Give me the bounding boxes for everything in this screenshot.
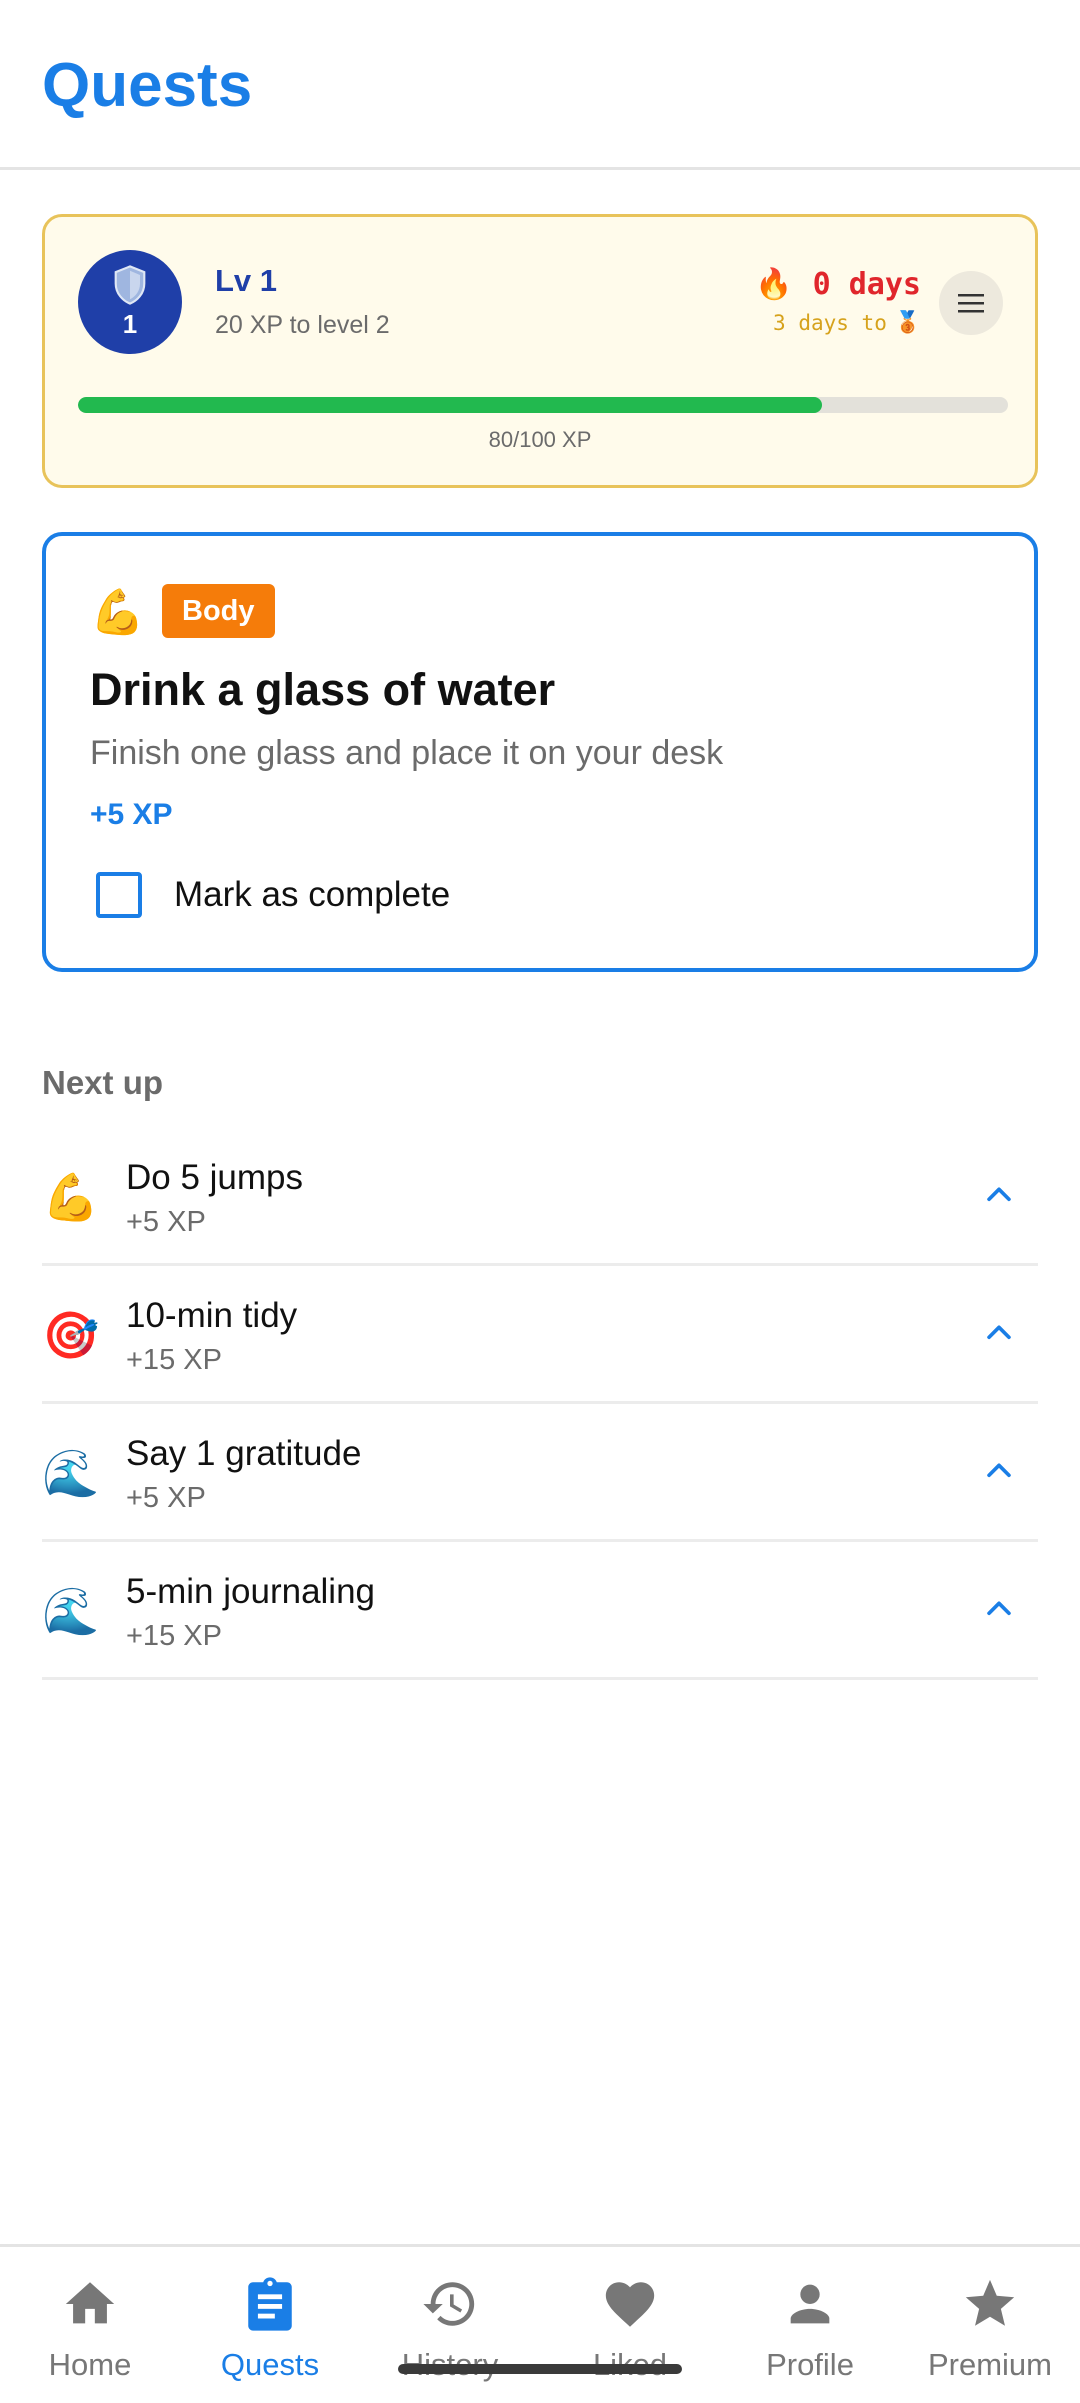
streak-goal: 3 days to xyxy=(773,310,887,335)
home-icon xyxy=(65,2282,115,2324)
menu-icon xyxy=(958,294,984,313)
mark-complete-label: Mark as complete xyxy=(174,875,451,914)
chevron-up-icon[interactable] xyxy=(982,1592,1016,1626)
list-item-xp: +5 XP xyxy=(126,1206,206,1238)
streak-days: 0 days xyxy=(812,267,921,302)
xp-to-next-level: 20 XP to level 2 xyxy=(215,311,390,339)
clipboard-icon xyxy=(248,2277,292,2331)
quest-xp: +5 XP xyxy=(90,798,173,831)
page-title: Quests xyxy=(42,51,253,120)
xp-progress-label: 80/100 XP xyxy=(488,427,592,452)
wave-icon: 🌊 xyxy=(42,1585,100,1637)
chevron-up-icon[interactable] xyxy=(982,1178,1016,1212)
list-item-title: 5-min journaling xyxy=(126,1572,376,1611)
list-item[interactable]: 🌊 5-min journaling +15 XP xyxy=(42,1542,1038,1680)
app-header: Quests xyxy=(0,0,1080,170)
shield-icon xyxy=(114,264,146,305)
nav-label: Profile xyxy=(766,2347,854,2382)
menu-button[interactable] xyxy=(939,271,1003,335)
chevron-up-icon[interactable] xyxy=(982,1316,1016,1350)
nav-item-quests[interactable]: Quests xyxy=(180,2247,360,2403)
nav-label: Premium xyxy=(927,2347,1052,2382)
mark-complete-checkbox[interactable] xyxy=(96,872,142,918)
streak-info: 🔥 0 days 3 days to 🥉 xyxy=(755,267,921,335)
category-tag: Body xyxy=(162,584,275,638)
avatar-level-number: 1 xyxy=(122,308,138,339)
mark-complete-row[interactable]: Mark as complete xyxy=(96,872,450,918)
xp-progress-fill xyxy=(78,397,822,413)
wave-icon: 🌊 xyxy=(42,1447,100,1499)
level-card: 1 Lv 1 20 XP to level 2 🔥 0 days 3 days … xyxy=(42,214,1038,488)
quest-title: Drink a glass of water xyxy=(90,664,556,715)
quest-description: Finish one glass and place it on your de… xyxy=(90,734,724,772)
next-up-heading: Next up xyxy=(42,1064,164,1101)
list-item-title: 10-min tidy xyxy=(126,1296,298,1335)
nav-item-liked[interactable]: Liked xyxy=(540,2247,720,2403)
level-avatar: 1 xyxy=(78,250,182,354)
next-up-list: 💪 Do 5 jumps +5 XP 🎯 10-min tidy +15 XP … xyxy=(42,1128,1038,1680)
nav-item-home[interactable]: Home xyxy=(0,2247,180,2403)
nav-item-profile[interactable]: Profile xyxy=(720,2247,900,2403)
xp-progress-bar xyxy=(78,397,1008,413)
level-info: Lv 1 20 XP to level 2 xyxy=(215,263,390,340)
person-icon xyxy=(790,2284,830,2324)
list-item[interactable]: 🌊 Say 1 gratitude +5 XP xyxy=(42,1404,1038,1542)
list-item-title: Do 5 jumps xyxy=(126,1158,304,1197)
history-icon xyxy=(423,2282,475,2326)
bronze-medal-icon: 🥉 xyxy=(894,310,921,334)
list-item-title: Say 1 gratitude xyxy=(126,1434,362,1473)
level-label: Lv 1 xyxy=(215,263,278,298)
list-item-xp: +15 XP xyxy=(126,1344,222,1376)
nav-item-premium[interactable]: Premium xyxy=(900,2247,1080,2403)
list-item[interactable]: 💪 Do 5 jumps +5 XP xyxy=(42,1128,1038,1266)
heart-icon xyxy=(605,2282,655,2327)
target-icon: 🎯 xyxy=(42,1309,100,1361)
gesture-bar[interactable] xyxy=(398,2364,682,2374)
flexed-biceps-icon: 💪 xyxy=(90,588,145,637)
star-icon xyxy=(965,2279,1015,2326)
nav-item-history[interactable]: History xyxy=(360,2247,540,2403)
flexed-biceps-icon: 💪 xyxy=(42,1171,100,1223)
nav-label: Home xyxy=(48,2347,132,2382)
list-item-xp: +5 XP xyxy=(126,1482,206,1514)
current-quest-card: 💪 Body Drink a glass of water Finish one… xyxy=(42,532,1038,972)
list-item-xp: +15 XP xyxy=(126,1620,222,1652)
list-item[interactable]: 🎯 10-min tidy +15 XP xyxy=(42,1266,1038,1404)
nav-label: Quests xyxy=(220,2347,320,2382)
chevron-up-icon[interactable] xyxy=(982,1454,1016,1488)
fire-icon: 🔥 xyxy=(755,267,793,302)
bottom-navigation: Home Quests History Liked Profile Premiu… xyxy=(0,2244,1080,2400)
